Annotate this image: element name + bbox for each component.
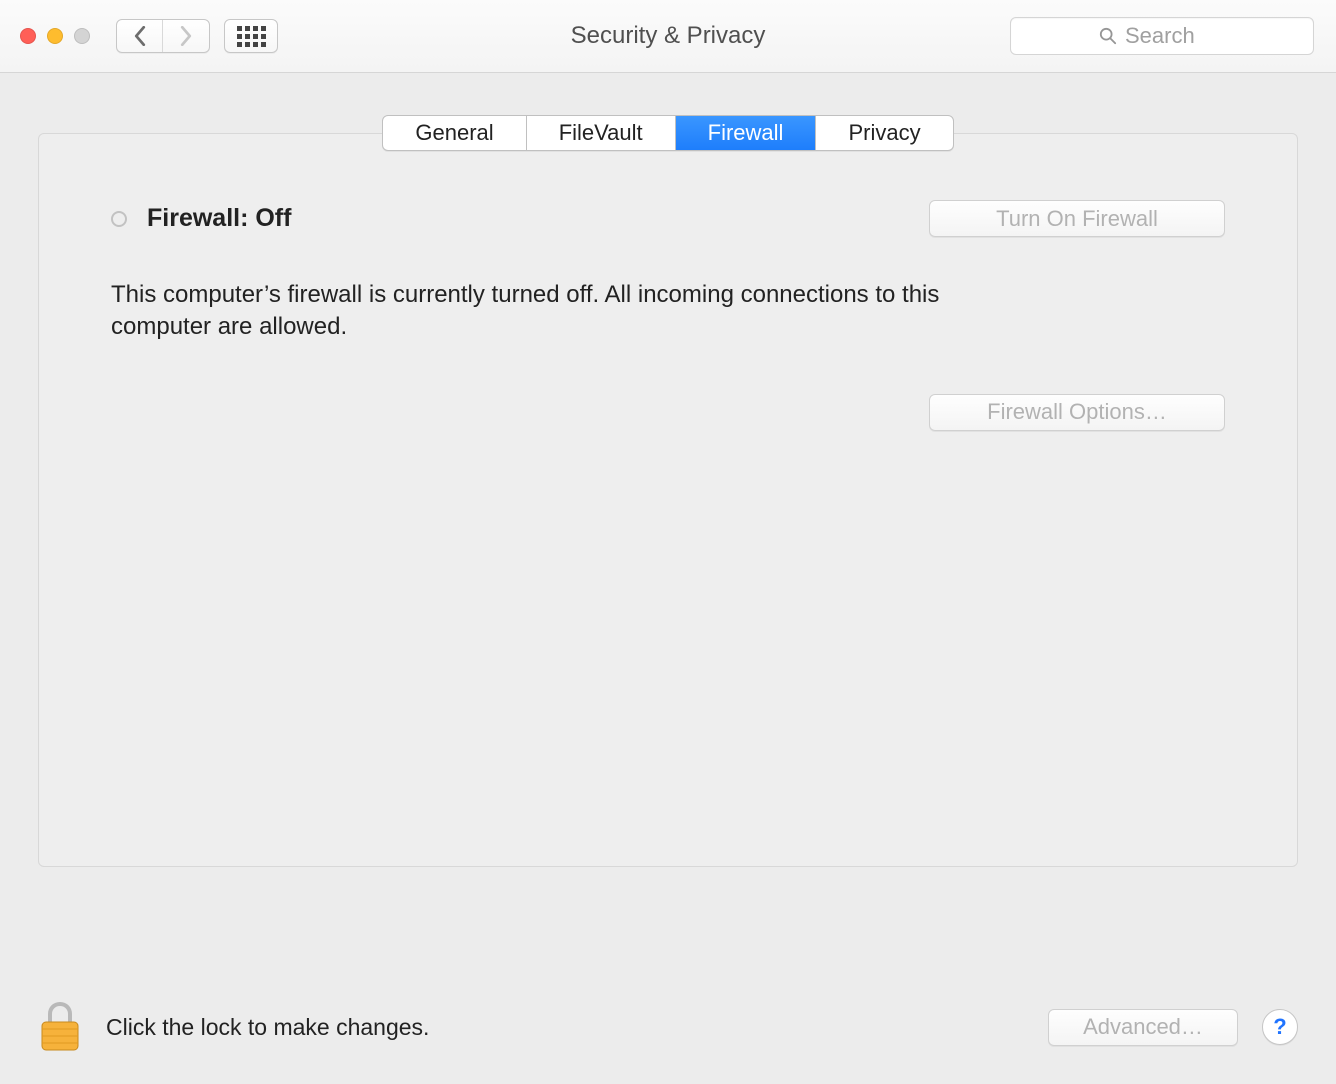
close-window-button[interactable]	[20, 28, 36, 44]
preferences-body: General FileVault Firewall Privacy Firew…	[0, 73, 1336, 867]
back-button[interactable]	[117, 20, 163, 52]
footer: Click the lock to make changes. Advanced…	[38, 1000, 1298, 1054]
chevron-left-icon	[133, 26, 147, 46]
grid-icon	[237, 26, 266, 47]
nav-buttons	[116, 19, 210, 53]
search-icon	[1099, 27, 1117, 45]
firewall-options-button: Firewall Options…	[929, 394, 1225, 431]
firewall-options-row: Firewall Options…	[111, 394, 1225, 431]
titlebar: Security & Privacy	[0, 0, 1336, 73]
zoom-window-button	[74, 28, 90, 44]
tab-privacy[interactable]: Privacy	[816, 116, 952, 150]
minimize-window-button[interactable]	[47, 28, 63, 44]
search-input[interactable]	[1125, 23, 1225, 49]
firewall-status-row: Firewall: Off Turn On Firewall	[111, 200, 1225, 237]
firewall-description: This computer’s firewall is currently tu…	[111, 279, 1001, 344]
tab-filevault[interactable]: FileVault	[527, 116, 676, 150]
window-controls	[20, 28, 90, 44]
chevron-right-icon	[179, 26, 193, 46]
advanced-button: Advanced…	[1048, 1009, 1238, 1046]
firewall-panel: Firewall: Off Turn On Firewall This comp…	[38, 133, 1298, 867]
turn-on-firewall-button: Turn On Firewall	[929, 200, 1225, 237]
lock-button[interactable]: Click the lock to make changes.	[38, 1000, 429, 1054]
help-button[interactable]: ?	[1262, 1009, 1298, 1045]
lock-icon	[38, 1000, 82, 1054]
forward-button	[163, 20, 209, 52]
tab-firewall[interactable]: Firewall	[676, 116, 817, 150]
show-all-button[interactable]	[224, 19, 278, 53]
search-field[interactable]	[1010, 17, 1314, 55]
firewall-status-label: Firewall: Off	[147, 204, 291, 233]
lock-hint-label: Click the lock to make changes.	[106, 1014, 429, 1041]
tab-general[interactable]: General	[383, 116, 526, 150]
tab-bar: General FileVault Firewall Privacy	[38, 115, 1298, 151]
status-indicator-icon	[111, 211, 127, 227]
